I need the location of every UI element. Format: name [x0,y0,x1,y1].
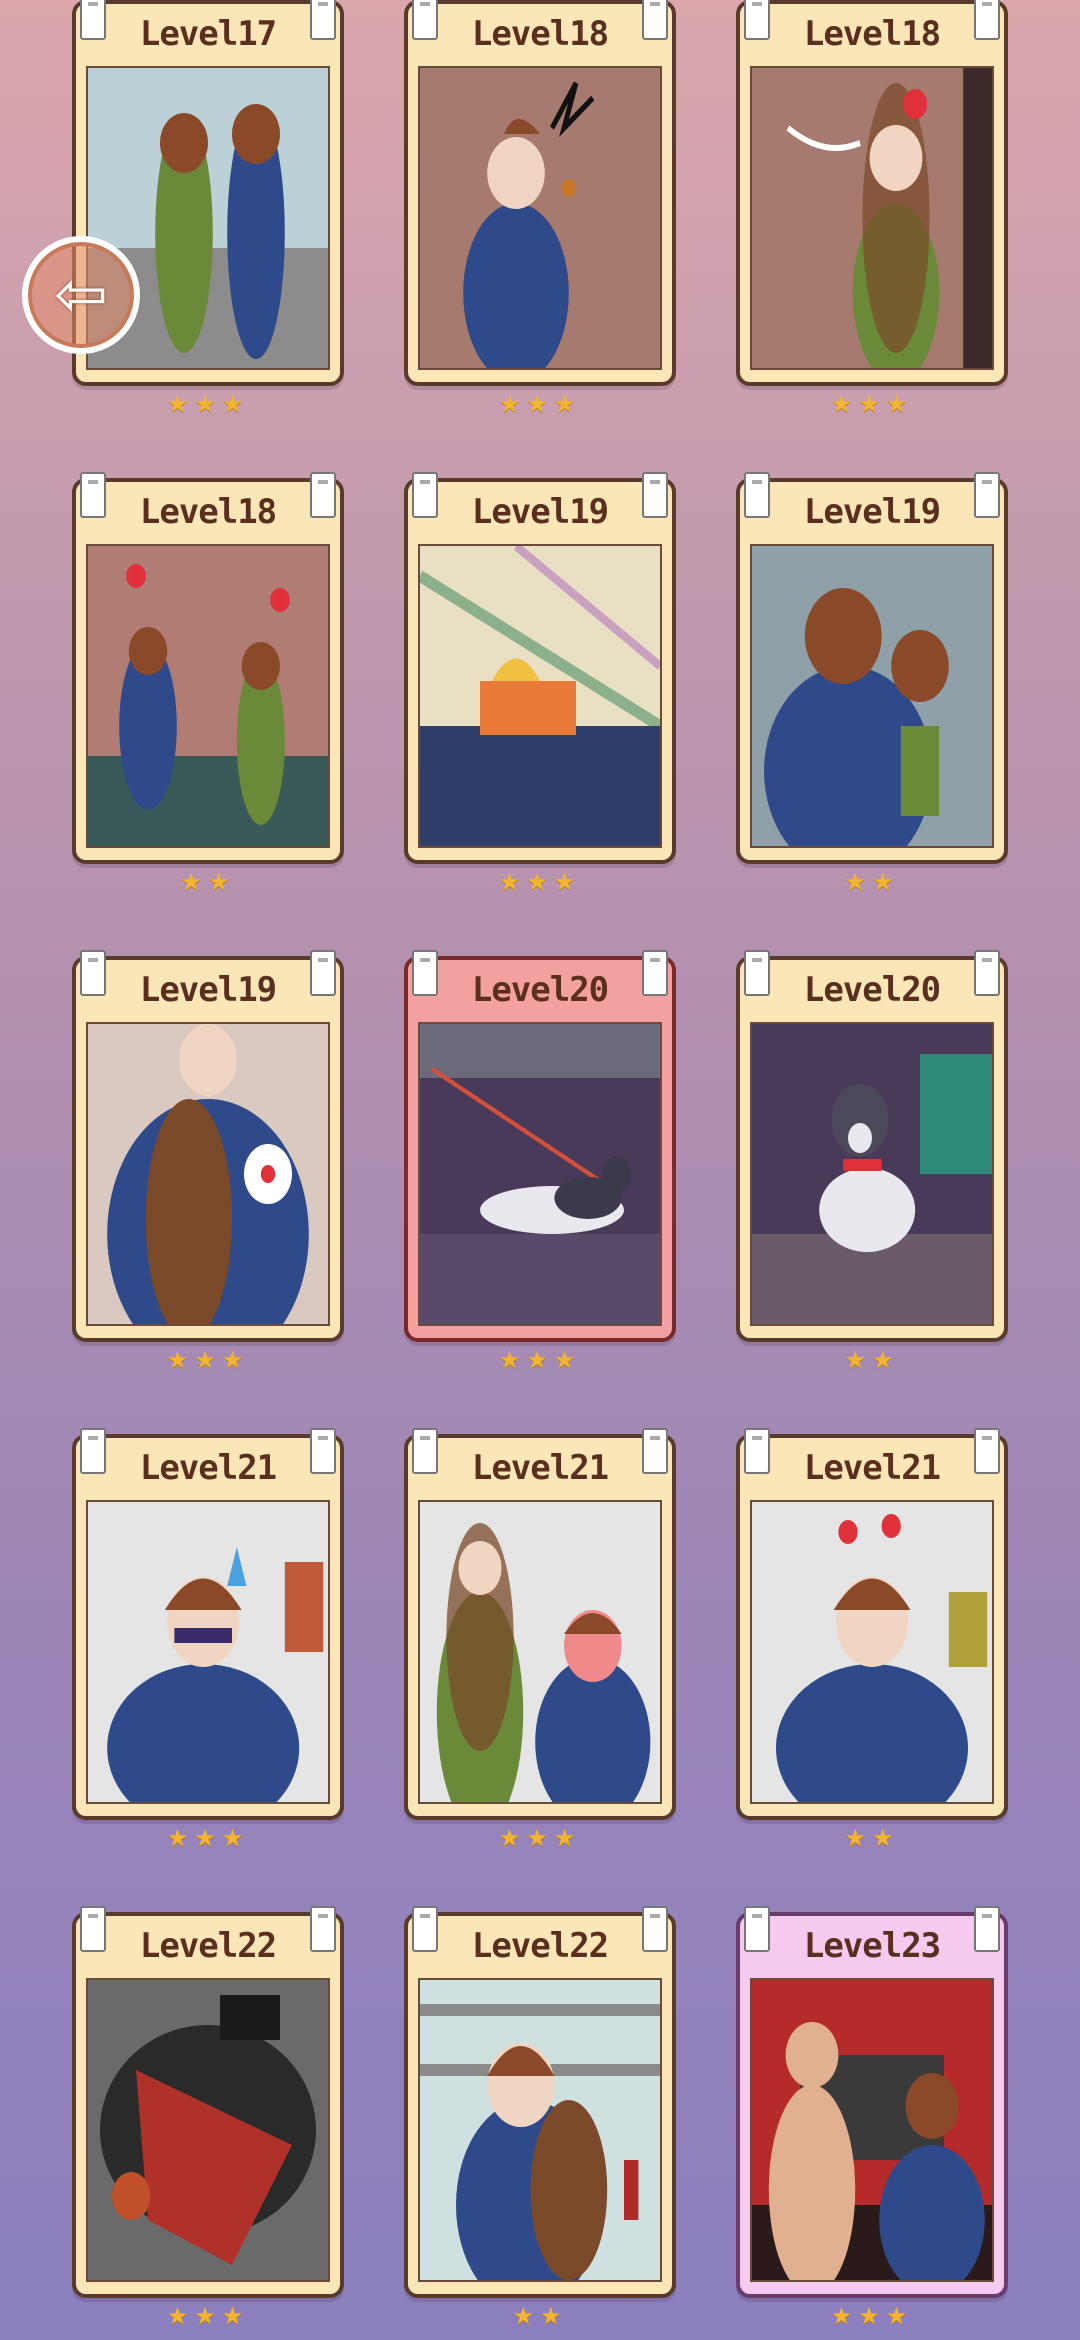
level-title: Level18 [803,14,941,54]
star-rating: ★★★ [498,1346,582,1374]
level-card[interactable]: Level22 [404,1906,676,2298]
level-title: Level19 [139,970,277,1010]
level-title: Level19 [803,492,941,532]
level-title: Level17 [139,14,277,54]
level-title: Level21 [803,1448,941,1488]
level-title: Level22 [139,1926,277,1966]
level-card[interactable]: Level21 [736,1428,1008,1820]
arrow-left-icon: ⇦ [54,258,108,332]
level-card[interactable]: Level21 [404,1428,676,1820]
level-card[interactable]: Level18 [404,0,676,386]
level-title: Level19 [471,492,609,532]
level-card-current[interactable]: Level20 [404,950,676,1342]
star-rating: ★★ [844,1824,900,1852]
star-rating: ★★★ [830,390,914,418]
level-card[interactable]: Level19 [404,472,676,864]
level-title: Level20 [471,970,609,1010]
star-rating: ★★★ [166,390,250,418]
level-thumbnail [750,544,994,848]
level-thumbnail [418,1978,662,2282]
level-thumbnail [86,1022,330,1326]
star-rating: ★★ [180,868,236,896]
level-title: Level23 [803,1926,941,1966]
level-thumbnail [750,1022,994,1326]
level-thumbnail [86,544,330,848]
star-rating: ★★★ [166,2302,250,2330]
star-rating: ★★★ [498,390,582,418]
level-thumbnail [418,1022,662,1326]
level-card[interactable]: Level19 [736,472,1008,864]
level-card[interactable]: Level21 [72,1428,344,1820]
level-thumbnail [86,1978,330,2282]
star-rating: ★★★ [830,2302,914,2330]
level-card-new[interactable]: Level23 [736,1906,1008,2298]
level-thumbnail [750,66,994,370]
level-thumbnail [418,1500,662,1804]
level-title: Level21 [471,1448,609,1488]
level-card[interactable]: Level20 [736,950,1008,1342]
level-title: Level18 [471,14,609,54]
level-card[interactable]: Level18 [72,472,344,864]
level-card[interactable]: Level19 [72,950,344,1342]
level-title: Level22 [471,1926,609,1966]
level-thumbnail [750,1978,994,2282]
level-card[interactable]: Level22 [72,1906,344,2298]
level-thumbnail [750,1500,994,1804]
level-title: Level21 [139,1448,277,1488]
level-thumbnail [86,1500,330,1804]
level-title: Level18 [139,492,277,532]
star-rating: ★★★ [498,868,582,896]
star-rating: ★★★ [166,1824,250,1852]
star-rating: ★★★ [166,1346,250,1374]
level-grid: Level17 ★★★ Level18 ★★★ Level18 ★★★ Leve… [0,0,1080,2340]
back-button[interactable]: ⇦ [22,236,140,354]
level-thumbnail [418,66,662,370]
star-rating: ★★ [512,2302,568,2330]
level-thumbnail [418,544,662,848]
star-rating: ★★ [844,1346,900,1374]
level-card[interactable]: Level18 [736,0,1008,386]
star-rating: ★★ [844,868,900,896]
level-title: Level20 [803,970,941,1010]
star-rating: ★★★ [498,1824,582,1852]
